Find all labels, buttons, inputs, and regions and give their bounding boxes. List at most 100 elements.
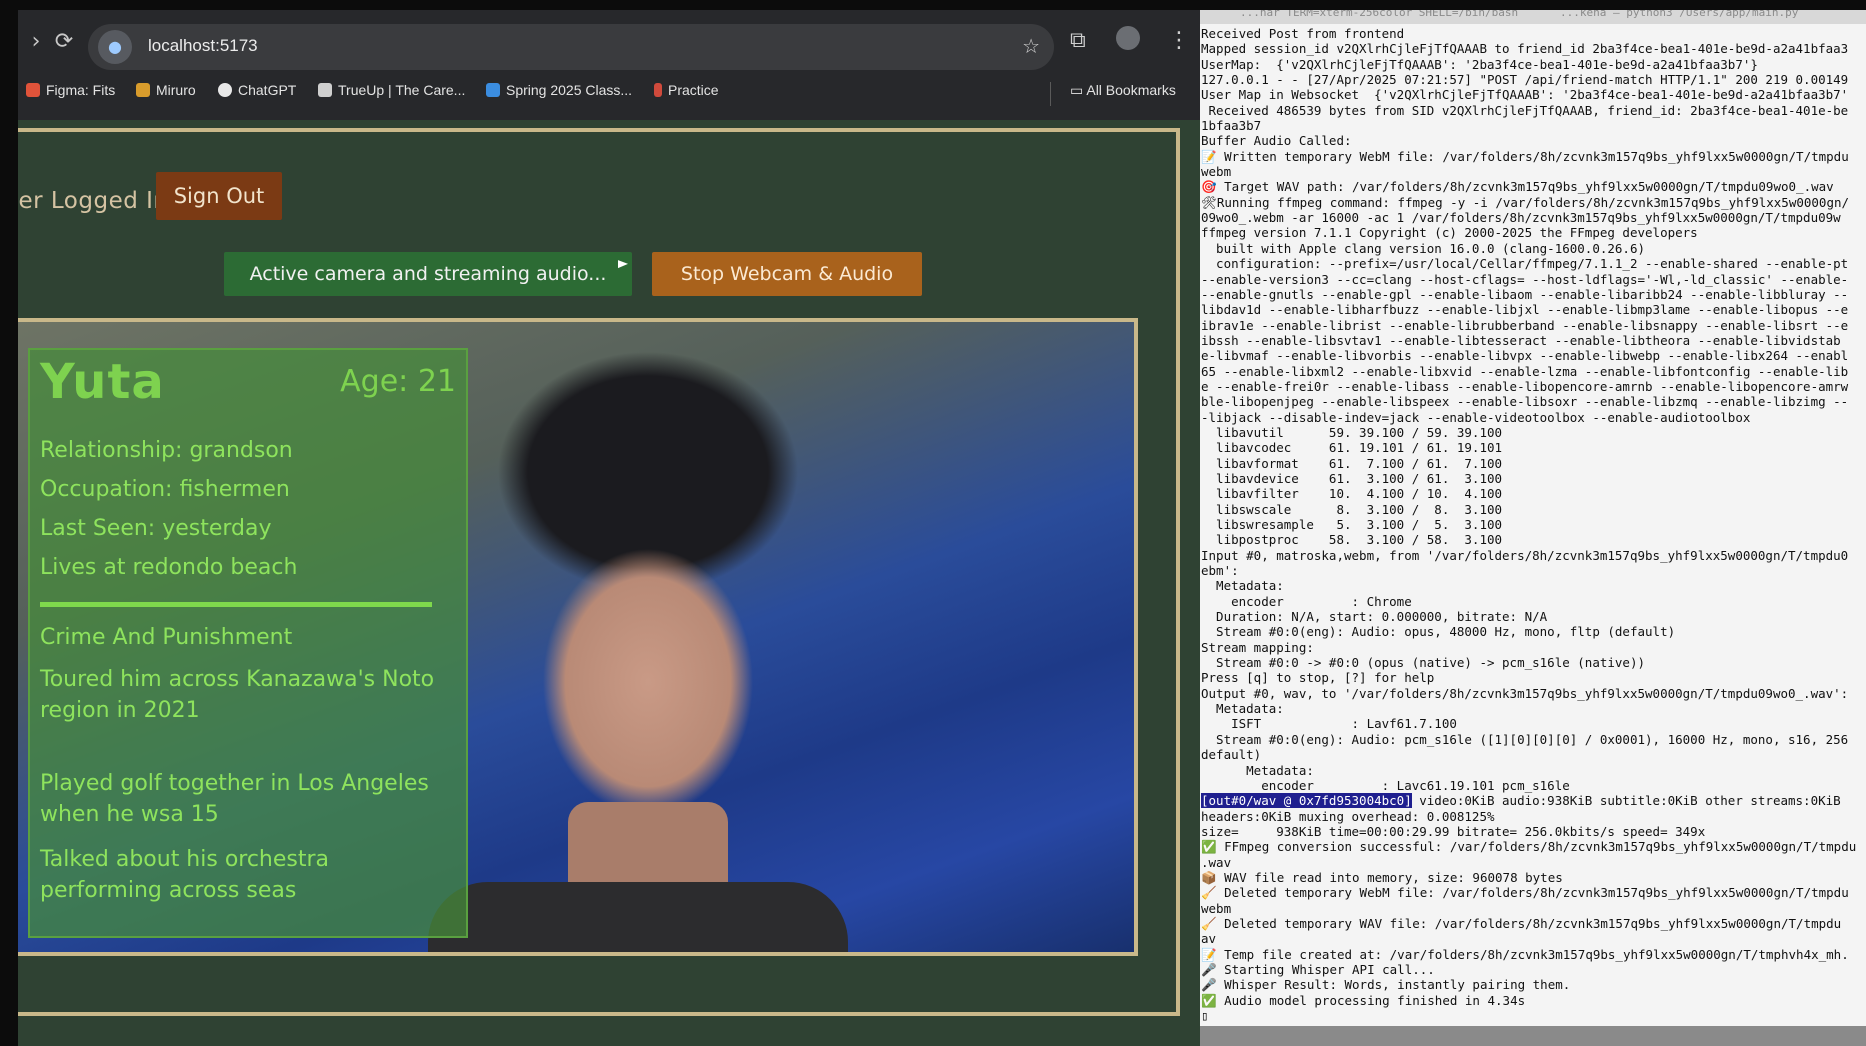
terminal-tab-bar: ...nar TERM=xterm-256color SHELL=/bin/ba… (1200, 10, 1866, 24)
terminal-line: Press [q] to stop, [?] for help (1201, 670, 1435, 686)
reload-icon[interactable]: ⟳ (48, 26, 80, 58)
bookmark-trueup[interactable]: TrueUp | The Care... (318, 82, 465, 98)
terminal-line: User Map in Websocket {'v2QXlrhCjleFjTfQ… (1201, 87, 1849, 103)
site-info-icon[interactable]: ● (98, 30, 132, 64)
all-bookmarks-button[interactable]: ▭ All Bookmarks (1070, 82, 1176, 99)
terminal-output[interactable]: Received Post from frontend Mapped sessio… (1201, 26, 1865, 1023)
terminal-line: 1bfaa3b7 (1201, 118, 1262, 134)
bookmark-miruro[interactable]: Miruro (136, 82, 196, 98)
terminal-line: libdav1d --enable-libharfbuzz --enable-l… (1201, 302, 1849, 318)
more-menu-icon[interactable]: ⋮ (1168, 28, 1190, 53)
address-bar[interactable]: ● localhost:5173 ☆ (88, 24, 1054, 70)
terminal-line: e --enable-frei0r --enable-libass --enab… (1201, 378, 1849, 394)
app-frame: ser Logged In Sign Out Active camera and… (18, 128, 1180, 1016)
bookmark-figma[interactable]: Figma: Fits (26, 82, 115, 98)
terminal-line: webm (1201, 164, 1232, 180)
terminal-line: ebm': (1201, 563, 1239, 579)
terminal-window: ...nar TERM=xterm-256color SHELL=/bin/ba… (1200, 10, 1866, 1046)
profile-avatar-icon[interactable] (1116, 26, 1140, 50)
terminal-line: encoder : Chrome (1201, 593, 1412, 609)
relationship-text: Relationship: grandson (40, 438, 293, 463)
terminal-line: libavdevice 61. 3.100 / 61. 3.100 (1201, 470, 1503, 486)
miruro-icon (136, 83, 150, 97)
terminal-line: Duration: N/A, start: 0.000000, bitrate:… (1201, 609, 1548, 625)
terminal-line: 65 --enable-libxml2 --enable-libxvid --e… (1201, 363, 1849, 379)
terminal-line: 127.0.0.1 - - [27/Apr/2025 07:21:57] "PO… (1201, 72, 1849, 88)
terminal-tab[interactable]: ...keha — python3 /Users/app/main.py (1560, 10, 1798, 19)
terminal-line: libavformat 61. 7.100 / 61. 7.100 (1201, 455, 1503, 471)
bookmark-spring-classes[interactable]: Spring 2025 Class... (486, 82, 632, 98)
sign-out-button[interactable]: Sign Out (156, 172, 282, 220)
memory-item: Talked about his orchestra performing ac… (40, 847, 330, 903)
terminal-line: default) (1201, 747, 1262, 763)
drive-icon (486, 83, 500, 97)
terminal-line: Input #0, matroska,webm, from '/var/fold… (1201, 547, 1849, 563)
app-page: ser Logged In Sign Out Active camera and… (18, 120, 1200, 1046)
terminal-line: ble-libopenjpeg --enable-libspeex --enab… (1201, 394, 1849, 410)
terminal-line: Metadata: (1201, 578, 1284, 594)
practice-icon (654, 83, 662, 97)
terminal-line: configuration: --prefix=/usr/local/Cella… (1201, 256, 1849, 272)
terminal-tab[interactable]: ...nar TERM=xterm-256color SHELL=/bin/ba… (1240, 10, 1518, 19)
terminal-line: Stream #0:0(eng): Audio: pcm_s16le ([1][… (1201, 731, 1849, 747)
terminal-scroll-edge (1200, 1026, 1866, 1046)
occupation-text: Occupation: fishermen (40, 477, 290, 502)
terminal-line: --enable-version3 --cc=clang --host-cfla… (1201, 271, 1849, 287)
terminal-line: ISFT : Lavf61.7.100 (1201, 716, 1457, 732)
terminal-line: 🧹 Deleted temporary WebM file: /var/fold… (1201, 885, 1849, 901)
terminal-line: libavfilter 10. 4.100 / 10. 4.100 (1201, 486, 1503, 502)
bookmark-star-icon[interactable]: ☆ (1022, 34, 1040, 58)
card-divider (40, 602, 432, 607)
bookmarks-separator (1050, 82, 1051, 106)
terminal-line: 🎯 Target WAV path: /var/folders/8h/zcvnk… (1201, 179, 1834, 195)
terminal-line: Stream mapping: (1201, 639, 1314, 655)
person-name: Yuta (40, 354, 165, 410)
webcam-person-shirt (428, 882, 848, 952)
terminal-line: libswresample 5. 3.100 / 5. 3.100 (1201, 517, 1503, 532)
active-camera-button[interactable]: Active camera and streaming audio... (224, 252, 632, 296)
terminal-line: 09wo0_.webm -ar 16000 -ac 1 /var/folders… (1201, 210, 1841, 226)
terminal-line: 🎤 Whisper Result: Words, instantly pairi… (1201, 977, 1571, 993)
bookmark-chatgpt[interactable]: ChatGPT (218, 82, 296, 98)
webcam-feed: Yuta Age: 21 Relationship: grandson Occu… (18, 318, 1138, 956)
bookmark-practice[interactable]: Practice (654, 82, 719, 98)
folder-icon: ▭ (1070, 82, 1087, 98)
terminal-line: .wav (1201, 854, 1232, 870)
terminal-line: ibrav1e --enable-librist --enable-librub… (1201, 317, 1849, 333)
lives-at-text: Lives at redondo beach (40, 555, 298, 580)
terminal-line: 🛠Running ffmpeg command: ffmpeg -y -i /v… (1201, 194, 1850, 210)
terminal-line: ibssh --enable-libsvtav1 --enable-libtes… (1201, 332, 1841, 348)
terminal-line: UserMap: {'v2QXlrhCjleFjTfQAAAB': '2ba3f… (1201, 56, 1758, 72)
extensions-icon[interactable]: ⧉ (1070, 28, 1086, 53)
terminal-line: 📝 Temp file created at: /var/folders/8h/… (1201, 946, 1849, 962)
terminal-line: libpostproc 58. 3.100 / 58. 3.100 (1201, 532, 1503, 548)
terminal-line: Metadata: (1201, 701, 1284, 717)
figma-icon (26, 83, 40, 97)
terminal-line: ✅ Audio model processing finished in 4.3… (1201, 992, 1526, 1008)
terminal-line: av (1201, 931, 1217, 947)
terminal-line: 🎤 Starting Whisper API call... (1201, 961, 1435, 977)
terminal-line: ▯ (1201, 1008, 1209, 1023)
terminal-line: encoder : Lavc61.19.101 pcm_s16le (1201, 777, 1570, 793)
bookmarks-bar: Figma: Fits Miruro ChatGPT TrueUp | The … (18, 74, 1200, 114)
url-text: localhost:5173 (148, 36, 258, 55)
stop-webcam-button[interactable]: Stop Webcam & Audio (652, 252, 922, 296)
person-info-card: Yuta Age: 21 Relationship: grandson Occu… (28, 348, 468, 938)
login-status-text: ser Logged In (18, 188, 169, 214)
terminal-line: ffmpeg version 7.1.1 Copyright (c) 2000-… (1201, 225, 1698, 241)
browser-toolbar: › ⟳ ● localhost:5173 ☆ ⧉ ⋮ Figma: Fits M… (18, 10, 1200, 120)
terminal-line: [out#0/wav @ 0x7fd953004bc0] video:0KiB … (1201, 793, 1841, 809)
terminal-line: headers:0KiB muxing overhead: 0.008125% (1201, 808, 1495, 824)
terminal-line: Metadata: (1201, 762, 1314, 778)
terminal-line: size= 938KiB time=00:00:29.99 bitrate= 2… (1201, 823, 1706, 839)
terminal-line: libswscale 8. 3.100 / 8. 3.100 (1201, 501, 1503, 517)
trueup-icon (318, 83, 332, 97)
terminal-line: built with Apple clang version 16.0.0 (c… (1201, 240, 1646, 256)
terminal-line: Received Post from frontend (1201, 26, 1405, 41)
terminal-line: libavutil 59. 39.100 / 59. 39.100 (1201, 424, 1503, 440)
terminal-line: 🧹 Deleted temporary WAV file: /var/folde… (1201, 915, 1842, 931)
terminal-line: --enable-gnutls --enable-gpl --enable-li… (1201, 286, 1849, 302)
terminal-line: 📝 Written temporary WebM file: /var/fold… (1201, 148, 1849, 164)
terminal-line: Buffer Audio Called: (1201, 133, 1352, 149)
terminal-line: Mapped session_id v2QXlrhCjleFjTfQAAAB t… (1201, 41, 1849, 57)
